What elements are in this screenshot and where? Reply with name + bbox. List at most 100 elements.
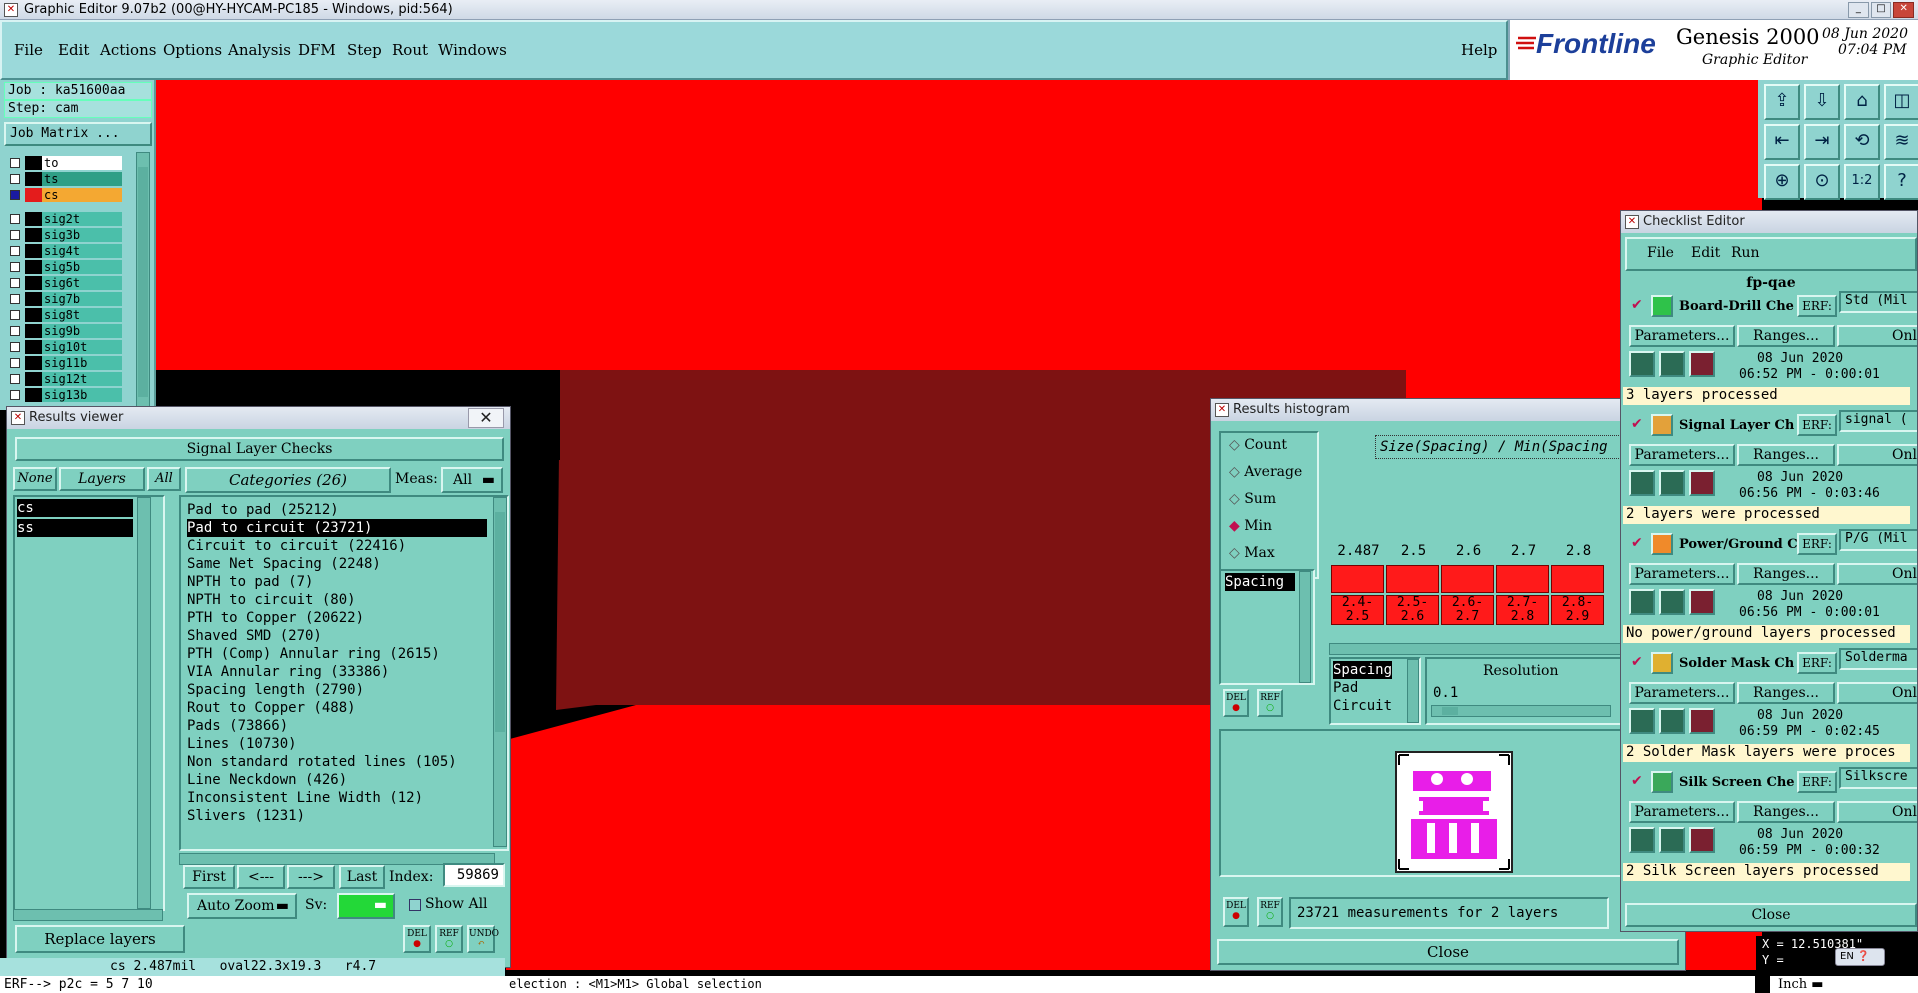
run-step-icon[interactable] xyxy=(1659,470,1685,496)
layer-results-scrollbar[interactable] xyxy=(137,497,151,909)
layer-checkbox[interactable] xyxy=(10,294,20,304)
run-step-icon[interactable] xyxy=(1659,708,1685,734)
layer-row[interactable]: sig10t xyxy=(8,340,122,354)
check-mark-icon[interactable]: ✔ xyxy=(1631,416,1643,432)
layer-name[interactable]: sig3b xyxy=(42,228,122,242)
category-item[interactable]: NPTH to circuit (80) xyxy=(187,591,487,609)
layer-row[interactable]: cs xyxy=(8,188,122,202)
run-step-icon[interactable] xyxy=(1659,351,1685,377)
layer-row[interactable]: sig8t xyxy=(8,308,122,322)
category-item[interactable]: Slivers (1231) xyxy=(187,807,487,825)
erf-button[interactable]: ERF: xyxy=(1797,533,1837,555)
select-all-button[interactable]: All xyxy=(147,467,181,491)
run-stop-icon[interactable] xyxy=(1689,589,1715,615)
category-item[interactable]: Non standard rotated lines (105) xyxy=(187,753,487,771)
histogram-close-button[interactable]: Close xyxy=(1217,939,1679,965)
toolbox-icon[interactable]: ◫ xyxy=(1884,84,1918,120)
menu-step[interactable]: Step xyxy=(347,41,382,59)
layer-checkbox[interactable] xyxy=(10,390,20,400)
sub-item[interactable]: Circuit xyxy=(1333,697,1392,715)
checklist-close-button[interactable]: Close xyxy=(1625,903,1917,927)
category-item[interactable]: Spacing length (2790) xyxy=(187,681,487,699)
check-mark-icon[interactable]: ✔ xyxy=(1631,654,1643,670)
layer-checkbox[interactable] xyxy=(10,230,20,240)
menu-windows[interactable]: Windows xyxy=(438,41,507,59)
menu-dfm[interactable]: DFM xyxy=(298,41,336,59)
units-selector[interactable]: Inch ▬ xyxy=(1770,976,1918,993)
histogram-bar[interactable] xyxy=(1331,565,1384,593)
run-stop-icon[interactable] xyxy=(1689,351,1715,377)
layer-name[interactable]: ts xyxy=(42,172,122,186)
toolbox-icon[interactable]: ⌂ xyxy=(1844,84,1880,120)
checklist-menu-edit[interactable]: Edit xyxy=(1691,245,1720,261)
category-item[interactable]: Pad to circuit (23721) xyxy=(187,519,487,537)
run-icon[interactable] xyxy=(1629,351,1655,377)
layer-row[interactable]: to xyxy=(8,156,122,170)
aggregate-option-average[interactable]: ◇ Average xyxy=(1229,464,1302,480)
ranges-button[interactable]: Ranges... xyxy=(1737,325,1835,347)
aggregate-option-min[interactable]: ◆ Min xyxy=(1229,518,1272,534)
parameters-button[interactable]: Parameters... xyxy=(1629,325,1735,347)
toolbox-icon[interactable]: ≋ xyxy=(1884,124,1918,160)
toolbox-icon[interactable]: ⊙ xyxy=(1804,164,1840,200)
toolbox-icon[interactable]: ⊕ xyxy=(1764,164,1800,200)
hist-del-button[interactable]: DEL ● xyxy=(1223,689,1249,717)
category-item[interactable]: PTH to Copper (20622) xyxy=(187,609,487,627)
action-name[interactable]: Board-Drill Che xyxy=(1679,299,1794,314)
layer-name[interactable]: sig5b xyxy=(42,260,122,274)
layers-button[interactable]: Layers xyxy=(59,467,145,491)
erf-button[interactable]: ERF: xyxy=(1797,771,1837,793)
sv-color-dropdown[interactable]: ▬ xyxy=(337,893,395,919)
ranges-button[interactable]: Ranges... xyxy=(1737,801,1835,823)
layer-checkbox[interactable] xyxy=(10,374,20,384)
categories-button[interactable]: Categories (26) xyxy=(185,467,391,493)
layer-checkbox[interactable] xyxy=(10,326,20,336)
category-item[interactable]: Rout to Copper (488) xyxy=(187,699,487,717)
run-step-icon[interactable] xyxy=(1659,827,1685,853)
sub-item[interactable]: Spacing xyxy=(1333,661,1393,679)
sub-list-scrollbar[interactable] xyxy=(1407,659,1419,723)
parameters-button[interactable]: Parameters... xyxy=(1629,682,1735,704)
prev-button[interactable]: <--- xyxy=(237,865,285,889)
preview-ref-button[interactable]: REF ○ xyxy=(1257,897,1283,927)
check-mark-icon[interactable]: ✔ xyxy=(1631,297,1643,313)
layer-checkbox[interactable] xyxy=(10,174,20,184)
ranges-button[interactable]: Ranges... xyxy=(1737,563,1835,585)
resolution-slider[interactable] xyxy=(1431,705,1611,717)
menu-file[interactable]: File xyxy=(14,41,43,59)
layer-name[interactable]: sig10t xyxy=(42,340,122,354)
type-list-scrollbar[interactable] xyxy=(1299,571,1311,683)
check-mark-icon[interactable]: ✔ xyxy=(1631,773,1643,789)
next-button[interactable]: ---> xyxy=(287,865,335,889)
erf-button[interactable]: ERF: xyxy=(1797,652,1837,674)
layer-row[interactable]: sig4t xyxy=(8,244,122,258)
checklist-menu-run[interactable]: Run xyxy=(1731,245,1760,261)
erf-value[interactable]: Std (Mil xyxy=(1839,291,1917,313)
maximize-icon[interactable]: □ xyxy=(1870,2,1892,18)
menu-rout[interactable]: Rout xyxy=(392,41,428,59)
aggregate-option-count[interactable]: ◇ Count xyxy=(1229,437,1287,453)
menu-actions[interactable]: Actions xyxy=(100,41,156,59)
category-item[interactable]: Shaved SMD (270) xyxy=(187,627,487,645)
sub-item[interactable]: Pad xyxy=(1333,679,1392,697)
onl-button[interactable]: Onl xyxy=(1837,444,1917,466)
ranges-button[interactable]: Ranges... xyxy=(1737,682,1835,704)
layer-name[interactable]: sig6t xyxy=(42,276,122,290)
layer-name[interactable]: sig7b xyxy=(42,292,122,306)
toolbox-icon[interactable]: ⇪ xyxy=(1764,84,1800,120)
histogram-hscrollbar[interactable] xyxy=(1329,643,1629,655)
histogram-bar[interactable] xyxy=(1386,565,1439,593)
onl-button[interactable]: Onl xyxy=(1837,563,1917,585)
layer-row[interactable]: sig2t xyxy=(8,212,122,226)
layer-results-hscrollbar[interactable] xyxy=(13,909,163,921)
layer-checkbox[interactable] xyxy=(10,310,20,320)
type-item[interactable]: Spacing xyxy=(1225,573,1295,591)
layer-name[interactable]: sig4t xyxy=(42,244,122,258)
menu-options[interactable]: Options xyxy=(163,41,222,59)
result-layer-item[interactable]: ss xyxy=(17,519,133,537)
layer-row[interactable]: sig11b xyxy=(8,356,122,370)
layer-row[interactable]: sig5b xyxy=(8,260,122,274)
toolbox-icon[interactable]: ⇥ xyxy=(1804,124,1840,160)
run-stop-icon[interactable] xyxy=(1689,470,1715,496)
check-mark-icon[interactable]: ✔ xyxy=(1631,535,1643,551)
